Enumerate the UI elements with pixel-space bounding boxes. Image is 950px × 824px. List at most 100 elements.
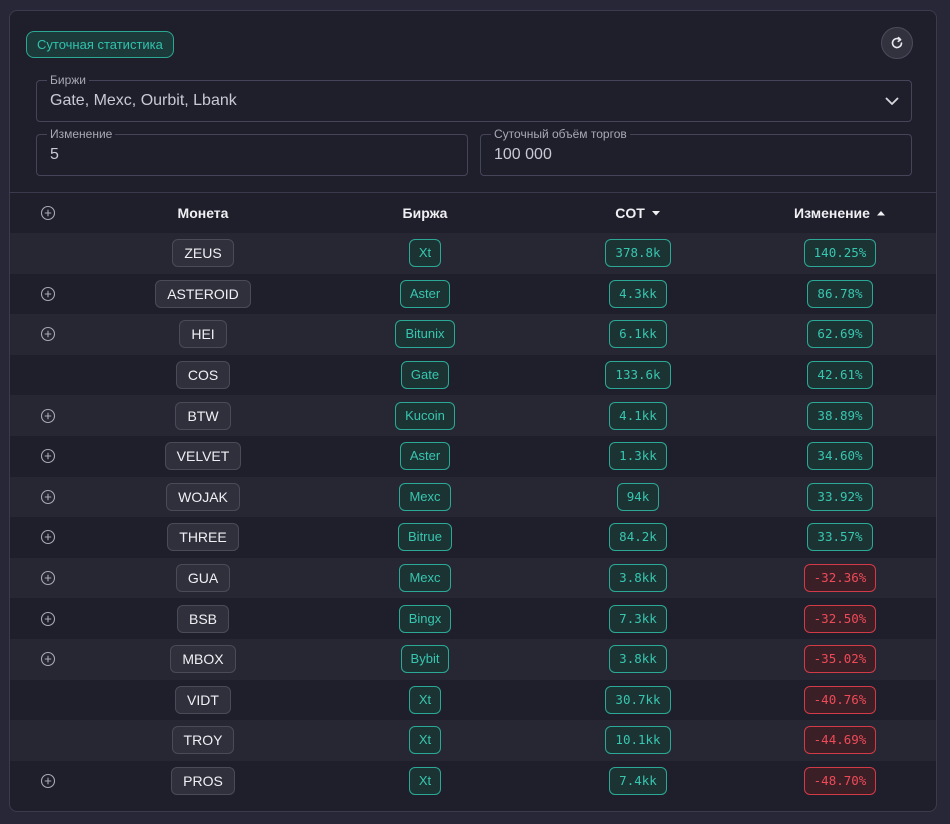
expand-row-button[interactable] <box>32 558 64 599</box>
exchange-badge[interactable]: Mexc <box>399 564 451 593</box>
expand-all-button[interactable] <box>32 193 64 233</box>
exchange-badge[interactable]: Xt <box>408 726 442 755</box>
exchange-cell: Gate <box>325 355 525 396</box>
expand-row-button[interactable] <box>32 598 64 639</box>
exchange-badge[interactable]: Xt <box>408 767 442 796</box>
expand-row-button[interactable] <box>32 517 64 558</box>
cot-cell: 30.7kk <box>538 680 738 721</box>
exchange-badge[interactable]: Aster <box>399 442 451 471</box>
change-cell: 38.89% <box>740 395 936 436</box>
expand-row-button[interactable] <box>32 639 64 680</box>
expand-row-button[interactable] <box>32 274 64 315</box>
volume-value: 100 000 <box>494 146 552 163</box>
coin-cell: THREE <box>103 517 303 558</box>
coin-chip[interactable]: MBOX <box>170 645 236 674</box>
exchange-badge[interactable]: Bitrue <box>398 523 452 552</box>
change-cell: -48.70% <box>740 761 936 802</box>
change-badge: 33.92% <box>807 482 873 511</box>
coin-chip[interactable]: THREE <box>167 523 239 552</box>
expand-row-button[interactable] <box>32 314 64 355</box>
table-row[interactable]: BSB Bingx 7.3kk -32.50% <box>10 598 936 639</box>
change-value: 5 <box>50 146 59 163</box>
coin-chip[interactable]: BTW <box>175 401 231 430</box>
cot-cell: 84.2k <box>538 517 738 558</box>
table-row[interactable]: TROY Xt 10.1kk -44.69% <box>10 720 936 761</box>
coin-chip[interactable]: ZEUS <box>172 239 234 268</box>
coin-chip[interactable]: GUA <box>175 564 231 593</box>
table-row[interactable]: WOJAK Mexc 94k 33.92% <box>10 476 936 518</box>
expand-row-placeholder <box>32 355 64 396</box>
exchange-cell: Mexc <box>325 477 525 518</box>
daily-stats-panel: Суточная статистика Биржи Gate, Mexc, Ou… <box>9 10 937 812</box>
coin-chip[interactable]: BSB <box>176 604 229 633</box>
table-row[interactable]: BTW Kucoin 4.1kk 38.89% <box>10 395 936 436</box>
table-body: ZEUS Xt 378.8k 140.25% ASTEROID Aster 4.3kk 86.… <box>10 233 936 802</box>
exchange-cell: Xt <box>325 720 525 761</box>
coin-chip[interactable]: WOJAK <box>166 482 240 511</box>
change-badge: -32.36% <box>803 564 877 593</box>
expand-row-button[interactable] <box>32 395 64 436</box>
coin-chip[interactable]: COS <box>175 361 231 390</box>
coin-chip[interactable]: TROY <box>171 726 235 755</box>
exchange-badge[interactable]: Aster <box>399 279 451 308</box>
cot-badge: 30.7kk <box>605 685 671 714</box>
coin-chip[interactable]: HEI <box>179 320 227 349</box>
coin-cell: TROY <box>103 720 303 761</box>
exchanges-select[interactable]: Биржи Gate, Mexc, Ourbit, Lbank <box>36 73 912 122</box>
table-row[interactable]: ASTEROID Aster 4.3kk 86.78% <box>10 274 936 315</box>
sort-desc-icon <box>651 211 660 216</box>
table-row[interactable]: GUA Mexc 3.8kk -32.36% <box>10 557 936 599</box>
change-badge: -48.70% <box>803 767 877 796</box>
exchange-cell: Aster <box>325 436 525 477</box>
table-row[interactable]: COS Gate 133.6k 42.61% <box>10 355 936 396</box>
cot-cell: 3.8kk <box>538 558 738 599</box>
table-row[interactable]: ZEUS Xt 378.8k 140.25% <box>10 233 936 274</box>
table-row[interactable]: MBOX Bybit 3.8kk -35.02% <box>10 638 936 680</box>
coin-cell: ZEUS <box>103 233 303 274</box>
table-row[interactable]: HEI Bitunix 6.1kk 62.69% <box>10 314 936 355</box>
column-header-cot[interactable]: COT <box>538 193 738 233</box>
table-row[interactable]: VELVET Aster 1.3kk 34.60% <box>10 436 936 477</box>
change-cell: 33.92% <box>740 477 936 518</box>
change-badge: -44.69% <box>803 726 877 755</box>
column-header-exchange[interactable]: Биржа <box>325 193 525 233</box>
coin-chip[interactable]: PROS <box>171 767 235 796</box>
table-row[interactable]: VIDT Xt 30.7kk -40.76% <box>10 680 936 721</box>
exchange-badge[interactable]: Gate <box>400 361 450 390</box>
plus-circle-icon <box>40 449 56 464</box>
expand-row-button[interactable] <box>32 761 64 802</box>
column-header-change[interactable]: Изменение <box>740 193 936 233</box>
refresh-button[interactable] <box>881 27 913 59</box>
column-header-coin[interactable]: Монета <box>103 193 303 233</box>
change-field[interactable]: Изменение 5 <box>36 127 468 176</box>
exchange-badge[interactable]: Mexc <box>399 482 451 511</box>
coin-chip[interactable]: VELVET <box>164 442 242 471</box>
coin-chip[interactable]: ASTEROID <box>155 279 251 308</box>
exchange-badge[interactable]: Bitunix <box>395 320 455 349</box>
expand-row-button[interactable] <box>32 436 64 477</box>
change-cell: -40.76% <box>740 680 936 721</box>
change-cell: -44.69% <box>740 720 936 761</box>
exchange-badge[interactable]: Xt <box>408 685 442 714</box>
plus-circle-icon <box>40 489 56 504</box>
cot-badge: 4.3kk <box>609 279 667 308</box>
cot-cell: 4.3kk <box>538 274 738 315</box>
exchange-cell: Xt <box>325 761 525 802</box>
exchange-badge[interactable]: Bybit <box>400 645 450 674</box>
cot-badge: 94k <box>616 482 660 511</box>
plus-circle-icon <box>40 530 56 545</box>
cot-cell: 7.3kk <box>538 598 738 639</box>
table-row[interactable]: THREE Bitrue 84.2k 33.57% <box>10 517 936 558</box>
exchange-badge[interactable]: Kucoin <box>395 401 455 430</box>
column-exchange-label: Биржа <box>402 205 448 221</box>
exchange-badge[interactable]: Bingx <box>398 604 452 633</box>
coin-cell: BTW <box>103 395 303 436</box>
expand-row-placeholder <box>32 720 64 761</box>
volume-field[interactable]: Суточный объём торгов 100 000 <box>480 127 912 176</box>
cot-badge: 378.8k <box>605 239 671 268</box>
coin-chip[interactable]: VIDT <box>175 685 231 714</box>
expand-row-button[interactable] <box>32 477 64 518</box>
table-row[interactable]: PROS Xt 7.4kk -48.70% <box>10 761 936 802</box>
change-badge: -32.50% <box>803 604 877 633</box>
exchange-badge[interactable]: Xt <box>408 239 442 268</box>
